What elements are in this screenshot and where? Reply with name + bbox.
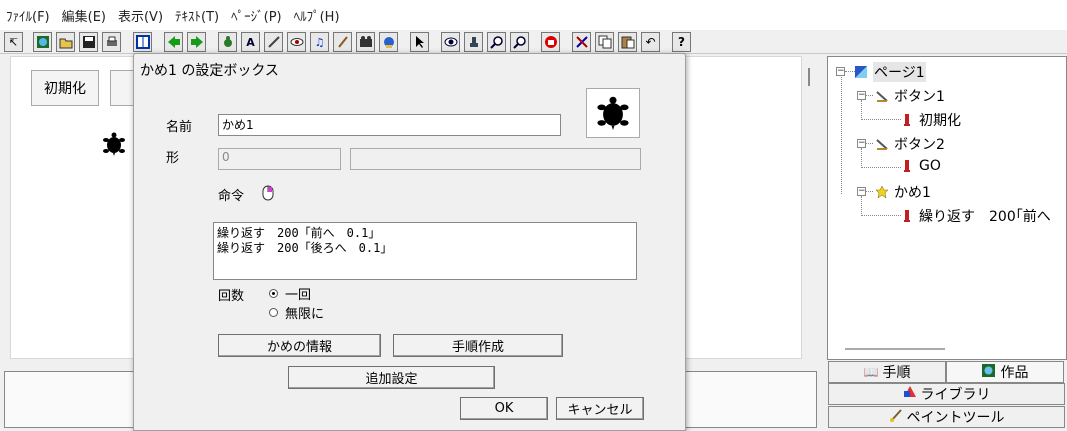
tab-works[interactable]: 作品 bbox=[946, 361, 1064, 383]
name-field[interactable]: かめ1 bbox=[218, 114, 561, 136]
open-folder-icon[interactable] bbox=[56, 32, 75, 52]
tree-node-turtle-script[interactable]: 繰り返す 200｢前へ bbox=[899, 206, 1051, 226]
command-textarea[interactable]: 繰り返す 200「前へ 0.1」 繰り返す 200「後ろへ 0.1」 bbox=[213, 222, 637, 280]
mouse-icon[interactable] bbox=[262, 185, 274, 205]
brush-icon bbox=[889, 408, 903, 426]
init-button[interactable]: 初期化 bbox=[31, 70, 99, 106]
tree-node-button2[interactable]: ボタン2 bbox=[874, 134, 945, 154]
zoom-in-icon[interactable] bbox=[487, 32, 506, 52]
ok-button[interactable]: OK bbox=[460, 397, 548, 420]
save-icon[interactable] bbox=[79, 32, 98, 52]
script-icon bbox=[899, 112, 915, 128]
brush-icon[interactable] bbox=[333, 32, 352, 52]
zoom-out-icon[interactable] bbox=[510, 32, 529, 52]
tree-node-button1[interactable]: ボタン1 bbox=[874, 86, 945, 106]
shape-name-field[interactable] bbox=[350, 148, 641, 170]
eye2-icon[interactable] bbox=[441, 32, 460, 52]
tree-node-page[interactable]: ページ1 bbox=[853, 62, 926, 82]
turtle-sprite[interactable] bbox=[103, 132, 125, 156]
toolbar: ↸ A ♫ ↶ ? bbox=[0, 30, 1067, 54]
menu-bar: ﾌｧｲﾙ(F) 編集(E) 表示(V) ﾃｷｽﾄ(T) ﾍﾟｰｼﾞ(P) ﾍﾙﾌ… bbox=[0, 0, 1067, 30]
name-label: 名前 bbox=[166, 120, 193, 135]
page-icon bbox=[853, 64, 869, 80]
turtle-preview bbox=[586, 88, 640, 138]
tree-node-turtle[interactable]: かめ1 bbox=[874, 182, 931, 202]
turtle-icon[interactable] bbox=[218, 32, 237, 52]
additional-settings-button[interactable]: 追加設定 bbox=[288, 366, 495, 389]
cursor-icon[interactable] bbox=[410, 32, 429, 52]
stop-icon[interactable] bbox=[541, 32, 560, 52]
button-icon bbox=[874, 88, 890, 104]
person-icon[interactable] bbox=[379, 32, 398, 52]
camera-icon[interactable] bbox=[356, 32, 375, 52]
create-procedure-button[interactable]: 手順作成 bbox=[393, 334, 563, 357]
undo-icon[interactable]: ↶ bbox=[641, 32, 660, 52]
menu-text[interactable]: ﾃｷｽﾄ(T) bbox=[175, 6, 219, 25]
works-icon bbox=[981, 363, 995, 381]
turtle-icon bbox=[874, 184, 890, 200]
button-icon bbox=[874, 136, 890, 152]
copy-icon[interactable] bbox=[595, 32, 614, 52]
turtle-settings-dialog: かめ1 の設定ボックス 名前 かめ1 形 0 命令 繰り返す 200「前へ 0.… bbox=[133, 53, 686, 431]
collapse-toggle-button2[interactable]: − bbox=[857, 139, 866, 148]
tree-node-button2-script[interactable]: GO bbox=[899, 158, 941, 174]
radio-infinite-indicator[interactable] bbox=[269, 308, 278, 317]
eye-icon[interactable] bbox=[287, 32, 306, 52]
collapse-toggle-turtle[interactable]: − bbox=[857, 187, 866, 196]
menu-view[interactable]: 表示(V) bbox=[118, 6, 163, 25]
text-icon[interactable]: A bbox=[241, 32, 260, 52]
music-icon[interactable]: ♫ bbox=[310, 32, 329, 52]
pen-icon[interactable] bbox=[264, 32, 283, 52]
grid-icon[interactable] bbox=[133, 32, 152, 52]
turtle-icon bbox=[597, 96, 629, 130]
cancel-button[interactable]: キャンセル bbox=[556, 397, 644, 420]
cut-icon[interactable] bbox=[572, 32, 591, 52]
command-label: 命令 bbox=[218, 189, 245, 204]
radio-once[interactable]: 一回 bbox=[269, 284, 311, 303]
dialog-title: かめ1 の設定ボックス bbox=[140, 63, 279, 79]
menu-edit[interactable]: 編集(E) bbox=[62, 6, 106, 25]
radio-infinite[interactable]: 無限に bbox=[269, 303, 324, 322]
menu-file[interactable]: ﾌｧｲﾙ(F) bbox=[6, 6, 50, 25]
tree-scrollbar[interactable] bbox=[845, 348, 945, 350]
menu-page[interactable]: ﾍﾟｰｼﾞ(P) bbox=[231, 6, 281, 25]
globe-icon[interactable] bbox=[33, 32, 52, 52]
back-arrow-icon[interactable] bbox=[164, 32, 183, 52]
script-icon bbox=[899, 208, 915, 224]
stamp-icon[interactable] bbox=[464, 32, 483, 52]
collapse-toggle-button1[interactable]: − bbox=[857, 91, 866, 100]
library-icon bbox=[903, 385, 917, 403]
shape-field[interactable]: 0 bbox=[218, 148, 341, 170]
script-icon bbox=[899, 158, 915, 174]
tree-node-button1-script[interactable]: 初期化 bbox=[899, 110, 961, 130]
collapse-toggle-page[interactable]: − bbox=[836, 67, 845, 76]
turtle-info-button[interactable]: かめの情報 bbox=[218, 334, 381, 357]
radio-once-indicator[interactable] bbox=[269, 289, 278, 298]
tab-library[interactable]: ライブラリ bbox=[828, 383, 1065, 405]
help-icon[interactable]: ? bbox=[672, 32, 691, 52]
paste-icon[interactable] bbox=[618, 32, 637, 52]
canvas-scrollbar-thumb[interactable] bbox=[808, 68, 810, 86]
tab-paint-tool[interactable]: ペイントツール bbox=[828, 406, 1065, 428]
book-icon: 📖 bbox=[863, 365, 879, 379]
tab-procedure[interactable]: 📖 手順 bbox=[828, 361, 946, 383]
arrow-icon[interactable]: ↸ bbox=[4, 32, 23, 52]
count-label: 回数 bbox=[218, 289, 245, 304]
print-icon[interactable] bbox=[102, 32, 121, 52]
menu-help[interactable]: ﾍﾙﾌﾟ(H) bbox=[294, 6, 340, 25]
forward-arrow-icon[interactable] bbox=[187, 32, 206, 52]
shape-label: 形 bbox=[166, 151, 180, 166]
